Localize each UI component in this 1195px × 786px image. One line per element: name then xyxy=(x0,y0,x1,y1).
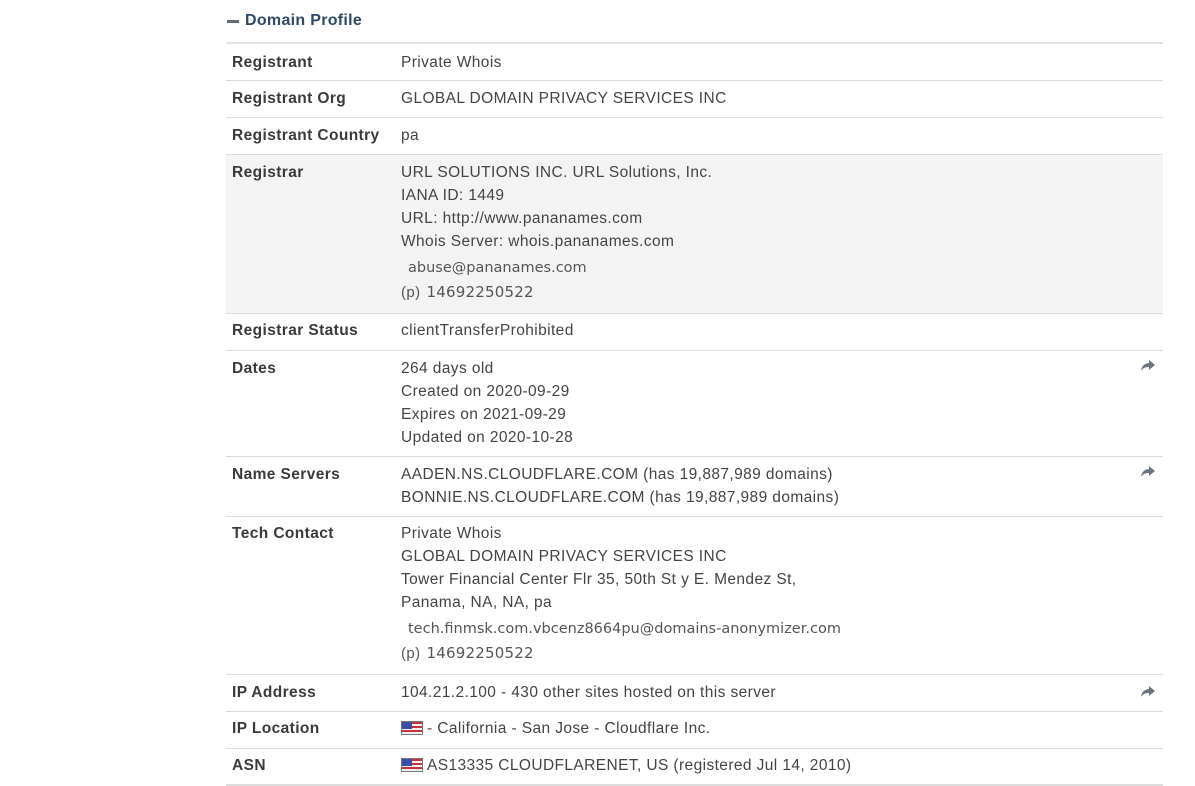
name-server-1: AADEN.NS.CLOUDFLARE.COM (has 19,887,989 … xyxy=(401,466,833,483)
row-label: IP Address xyxy=(232,684,317,701)
row-value: AS13335 CLOUDFLARENET, US (registered Ju… xyxy=(401,754,1163,784)
updated-date: Updated on 2020-10-28 xyxy=(401,429,574,446)
share-arrow-icon[interactable] xyxy=(1140,359,1156,373)
name-server-2: BONNIE.NS.CLOUDFLARE.COM (has 19,887,989… xyxy=(401,489,840,506)
section-title: Domain Profile xyxy=(245,12,363,29)
row-ip-location: IP Location - California - San Jose - Cl… xyxy=(226,712,1163,749)
row-registrant: Registrant Private Whois xyxy=(226,44,1163,81)
registrar-email-image: abuse@pananames.com xyxy=(408,260,587,276)
registrar-phone: (p) 14692250522 xyxy=(401,279,1163,305)
tech-name: Private Whois xyxy=(401,525,502,542)
row-value: GLOBAL DOMAIN PRIVACY SERVICES INC xyxy=(401,90,727,107)
us-flag-icon xyxy=(401,721,423,735)
row-dates: Dates 264 days old Created on 2020-09-29… xyxy=(226,351,1163,457)
row-ip-address: IP Address 104.21.2.100 - 430 other site… xyxy=(226,675,1163,712)
us-flag-icon xyxy=(401,758,423,772)
row-label: Registrar Status xyxy=(232,322,359,339)
row-registrant-country: Registrant Country pa xyxy=(226,118,1163,155)
row-label: Registrar xyxy=(232,164,304,181)
iana-id: IANA ID: 1449 xyxy=(401,187,505,204)
expires-date: Expires on 2021-09-29 xyxy=(401,406,567,423)
phone-number: 14692250522 xyxy=(426,283,534,301)
section-header[interactable]: Domain Profile xyxy=(226,0,1163,44)
row-value: 104.21.2.100 - 430 other sites hosted on… xyxy=(401,684,776,701)
registrar-name: URL SOLUTIONS INC. URL Solutions, Inc. xyxy=(401,164,713,181)
row-label: Dates xyxy=(232,360,277,377)
collapse-minus-icon[interactable] xyxy=(227,20,239,23)
row-value: Private Whois GLOBAL DOMAIN PRIVACY SERV… xyxy=(401,522,1163,674)
row-value: Private Whois xyxy=(401,54,502,71)
tech-org: GLOBAL DOMAIN PRIVACY SERVICES INC xyxy=(401,548,727,565)
tech-city: Panama, NA, NA, pa xyxy=(401,594,553,611)
tech-phone: (p) 14692250522 xyxy=(401,640,1163,666)
row-value: clientTransferProhibited xyxy=(401,322,574,339)
row-label: Registrant xyxy=(232,54,313,71)
row-value: URL SOLUTIONS INC. URL Solutions, Inc. I… xyxy=(401,161,1163,313)
row-value: 264 days old Created on 2020-09-29 Expir… xyxy=(401,357,1163,456)
row-name-servers: Name Servers AADEN.NS.CLOUDFLARE.COM (ha… xyxy=(226,457,1163,517)
tech-address: Tower Financial Center Flr 35, 50th St y… xyxy=(401,571,797,588)
row-label: Registrant Country xyxy=(232,127,380,144)
row-tech-contact: Tech Contact Private Whois GLOBAL DOMAIN… xyxy=(226,517,1163,675)
registrar-url: URL: http://www.pananames.com xyxy=(401,210,643,227)
share-arrow-icon[interactable] xyxy=(1140,465,1156,479)
domain-profile-panel: Domain Profile Registrant Private Whois … xyxy=(226,0,1163,786)
tech-email-image: tech.finmsk.com.vbcenz8664pu@domains-ano… xyxy=(408,621,841,637)
row-value: - California - San Jose - Cloudflare Inc… xyxy=(401,717,1163,748)
row-registrant-org: Registrant Org GLOBAL DOMAIN PRIVACY SER… xyxy=(226,81,1163,118)
row-registrar: Registrar URL SOLUTIONS INC. URL Solutio… xyxy=(226,155,1163,314)
phone-prefix: (p) xyxy=(401,645,421,662)
row-registrar-status: Registrar Status clientTransferProhibite… xyxy=(226,314,1163,351)
share-arrow-icon[interactable] xyxy=(1140,685,1156,699)
row-label: Registrant Org xyxy=(232,90,347,107)
row-value: AADEN.NS.CLOUDFLARE.COM (has 19,887,989 … xyxy=(401,463,1163,516)
phone-number: 14692250522 xyxy=(426,644,534,662)
row-label: Name Servers xyxy=(232,466,341,483)
row-value: pa xyxy=(401,127,420,144)
created-date: Created on 2020-09-29 xyxy=(401,383,570,400)
row-label: IP Location xyxy=(232,720,320,737)
row-asn: ASN AS13335 CLOUDFLARENET, US (registere… xyxy=(226,749,1163,786)
row-label: ASN xyxy=(232,757,266,774)
whois-server: Whois Server: whois.pananames.com xyxy=(401,233,675,250)
phone-prefix: (p) xyxy=(401,284,421,301)
domain-age: 264 days old xyxy=(401,360,494,377)
row-label: Tech Contact xyxy=(232,525,334,542)
